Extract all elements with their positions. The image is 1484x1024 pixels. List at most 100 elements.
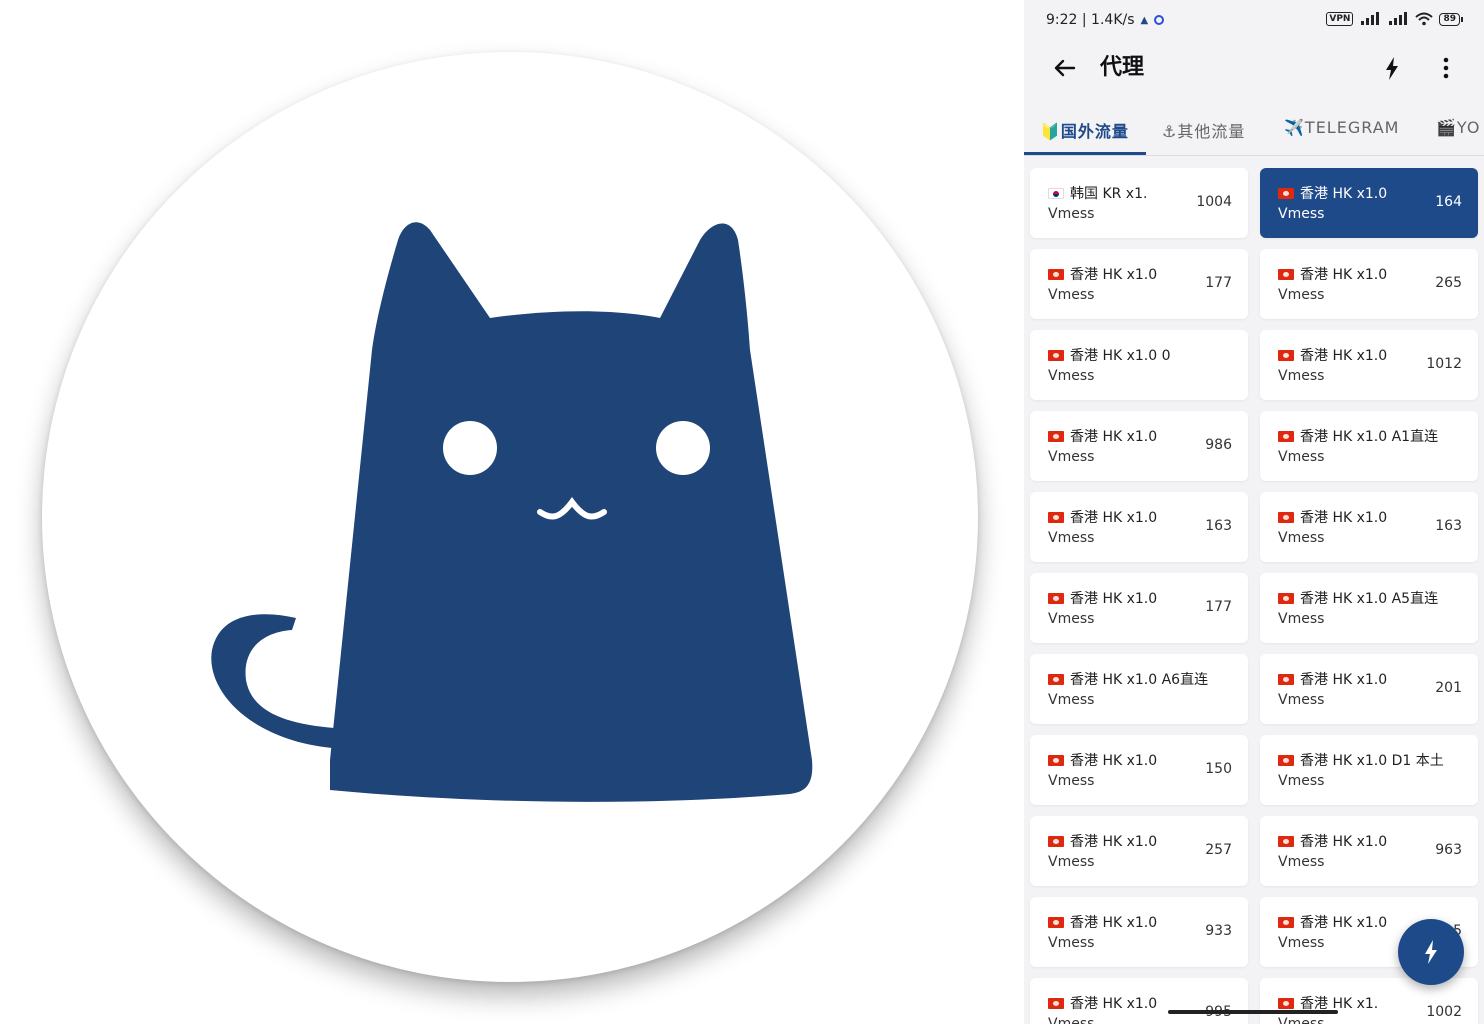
proxy-card[interactable]: 香港 HK x1.0 A6直连 Vmess — [1030, 654, 1248, 724]
proxy-card[interactable]: 香港 HK x1.0 Vmess 177 — [1030, 573, 1248, 643]
hongkong-flag-icon — [1048, 916, 1064, 928]
proxy-name: 韩国 KR x1. — [1048, 183, 1147, 203]
proxy-delay: 150 — [1205, 761, 1232, 777]
proxy-name-text: 香港 HK x1.0 D1 本土 — [1300, 753, 1444, 769]
proxy-type: Vmess — [1048, 206, 1095, 222]
phone-screen: 9:22 | 1.4K/s ▲ VPN 89 代理 🔰国外流量 ⚓其他流量 ✈️… — [1024, 0, 1484, 1024]
tab-youtube[interactable]: 🎬YO — [1436, 118, 1480, 137]
proxy-card[interactable]: 香港 HK x1.0 Vmess 150 — [1030, 735, 1248, 805]
proxy-name-text: 香港 HK x1.0 — [1070, 834, 1158, 850]
proxy-name: 香港 HK x1.0 — [1278, 831, 1387, 851]
speed-test-fab[interactable] — [1398, 919, 1464, 985]
proxy-delay: 201 — [1435, 680, 1462, 696]
home-indicator[interactable] — [1168, 1010, 1338, 1014]
hongkong-flag-icon — [1278, 754, 1294, 766]
proxy-card[interactable]: 香港 HK x1.0 Vmess 201 — [1260, 654, 1478, 724]
proxy-type: Vmess — [1048, 773, 1095, 789]
proxy-type: Vmess — [1278, 287, 1325, 303]
proxy-card[interactable]: 香港 HK x1.0 Vmess 164 — [1260, 168, 1478, 238]
tab-foreign-traffic[interactable]: 🔰国外流量 — [1040, 118, 1129, 142]
proxy-name-text: 香港 HK x1.0 A1直连 — [1300, 429, 1439, 445]
proxy-name-text: 香港 HK x1.0 — [1070, 267, 1158, 283]
proxy-type: Vmess — [1048, 854, 1095, 870]
proxy-name: 香港 HK x1.0 — [1048, 912, 1157, 932]
proxy-type: Vmess — [1278, 449, 1325, 465]
hongkong-flag-icon — [1278, 916, 1294, 928]
notification-icon: ▲ — [1140, 14, 1149, 26]
proxy-delay: 1012 — [1426, 356, 1462, 372]
proxy-name: 香港 HK x1.0 — [1278, 507, 1387, 527]
proxy-name-text: 香港 HK x1.0 — [1070, 429, 1158, 445]
proxy-card[interactable]: 香港 HK x1.0 D1 本土 Vmess — [1260, 735, 1478, 805]
proxy-name: 香港 HK x1.0 — [1048, 588, 1157, 608]
more-vertical-icon[interactable] — [1430, 52, 1462, 84]
proxy-card[interactable]: 香港 HK x1.0 Vmess 163 — [1260, 492, 1478, 562]
proxy-card[interactable]: 香港 HK x1.0Vmess995 — [1030, 978, 1248, 1024]
proxy-card[interactable]: 香港 HK x1.0 Vmess 177 — [1030, 249, 1248, 319]
proxy-name-text: 香港 HK x1.0 — [1070, 753, 1158, 769]
hongkong-flag-icon — [1048, 997, 1064, 1009]
proxy-name-text: 韩国 KR x1. — [1070, 186, 1148, 202]
proxy-card[interactable]: 香港 HK x1.0 Vmess 163 — [1030, 492, 1248, 562]
hongkong-flag-icon — [1278, 673, 1294, 685]
proxy-type: Vmess — [1048, 692, 1095, 708]
signal-icon — [1389, 12, 1408, 25]
proxy-name-text: 香港 HK x1.0 A6直连 — [1070, 672, 1209, 688]
proxy-delay: 933 — [1205, 923, 1232, 939]
proxy-type: Vmess — [1048, 449, 1095, 465]
proxy-card[interactable]: 香港 HK x1.0 Vmess 986 — [1030, 411, 1248, 481]
hongkong-flag-icon — [1048, 754, 1064, 766]
signal-icon — [1361, 12, 1380, 25]
tab-telegram[interactable]: ✈️TELEGRAM — [1284, 118, 1399, 137]
proxy-name: 香港 HK x1.0 — [1048, 426, 1157, 446]
status-time: 9:22 | 1.4K/s — [1046, 12, 1135, 28]
tab-bar: 🔰国外流量 ⚓其他流量 ✈️TELEGRAM 🎬YO — [1024, 106, 1484, 156]
vpn-icon: VPN — [1326, 12, 1354, 26]
proxy-type: Vmess — [1278, 1016, 1325, 1024]
proxy-name: 香港 HK x1.0 — [1048, 831, 1157, 851]
proxy-type: Vmess — [1278, 206, 1325, 222]
proxy-type: Vmess — [1278, 368, 1325, 384]
hongkong-flag-icon — [1278, 268, 1294, 280]
proxy-name: 香港 HK x1.0 — [1278, 183, 1387, 203]
proxy-card[interactable]: 香港 HK x1.0 Vmess 265 — [1260, 249, 1478, 319]
proxy-card[interactable]: 香港 HK x1.0 0 Vmess — [1030, 330, 1248, 400]
proxy-name: 香港 HK x1.0 0 — [1048, 345, 1171, 365]
proxy-card[interactable]: 韩国 KR x1. Vmess 1004 — [1030, 168, 1248, 238]
proxy-name: 香港 HK x1.0 — [1278, 912, 1387, 932]
proxy-card[interactable]: 香港 HK x1.0 Vmess 933 — [1030, 897, 1248, 967]
proxy-card[interactable]: 香港 HK x1.0 A5直连 Vmess — [1260, 573, 1478, 643]
proxy-delay: 986 — [1205, 437, 1232, 453]
proxy-card[interactable]: 香港 HK x1.0 Vmess 963 — [1260, 816, 1478, 886]
arrow-left-icon[interactable] — [1048, 52, 1080, 84]
hongkong-flag-icon — [1048, 673, 1064, 685]
proxy-delay: 177 — [1205, 275, 1232, 291]
lightning-bolt-icon — [1425, 940, 1437, 964]
proxy-name-text: 香港 HK x1.0 — [1300, 672, 1388, 688]
proxy-type: Vmess — [1278, 611, 1325, 627]
proxy-type: Vmess — [1048, 935, 1095, 951]
proxy-name: 香港 HK x1.0 A1直连 — [1278, 426, 1438, 446]
proxy-card[interactable]: 香港 HK x1.0 A1直连 Vmess — [1260, 411, 1478, 481]
proxy-delay: 257 — [1205, 842, 1232, 858]
hongkong-flag-icon — [1048, 511, 1064, 523]
proxy-card[interactable]: 香港 HK x1.0 Vmess 257 — [1030, 816, 1248, 886]
proxy-name: 香港 HK x1.0 — [1278, 669, 1387, 689]
proxy-delay: 163 — [1435, 518, 1462, 534]
proxy-name-text: 香港 HK x1.0 A5直连 — [1300, 591, 1439, 607]
hongkong-flag-icon — [1278, 835, 1294, 847]
proxy-delay: 177 — [1205, 599, 1232, 615]
proxy-name-text: 香港 HK x1.0 — [1070, 591, 1158, 607]
tab-other-traffic[interactable]: ⚓其他流量 — [1162, 118, 1245, 142]
proxy-name-text: 香港 HK x1.0 — [1070, 510, 1158, 526]
proxy-card[interactable]: 香港 HK x1. Vmess 1002 — [1260, 978, 1478, 1024]
proxy-delay: 963 — [1435, 842, 1462, 858]
lightning-bolt-icon[interactable] — [1376, 52, 1408, 84]
proxy-name-text: 香港 HK x1.0 — [1300, 186, 1388, 202]
proxy-type: Vmess — [1278, 692, 1325, 708]
proxy-type: Vmess — [1048, 368, 1095, 384]
hongkong-flag-icon — [1048, 430, 1064, 442]
proxy-card[interactable]: 香港 HK x1.0 Vmess 1012 — [1260, 330, 1478, 400]
battery-icon: 89 — [1439, 12, 1463, 26]
proxy-name: 香港 HK x1.0 — [1048, 507, 1157, 527]
